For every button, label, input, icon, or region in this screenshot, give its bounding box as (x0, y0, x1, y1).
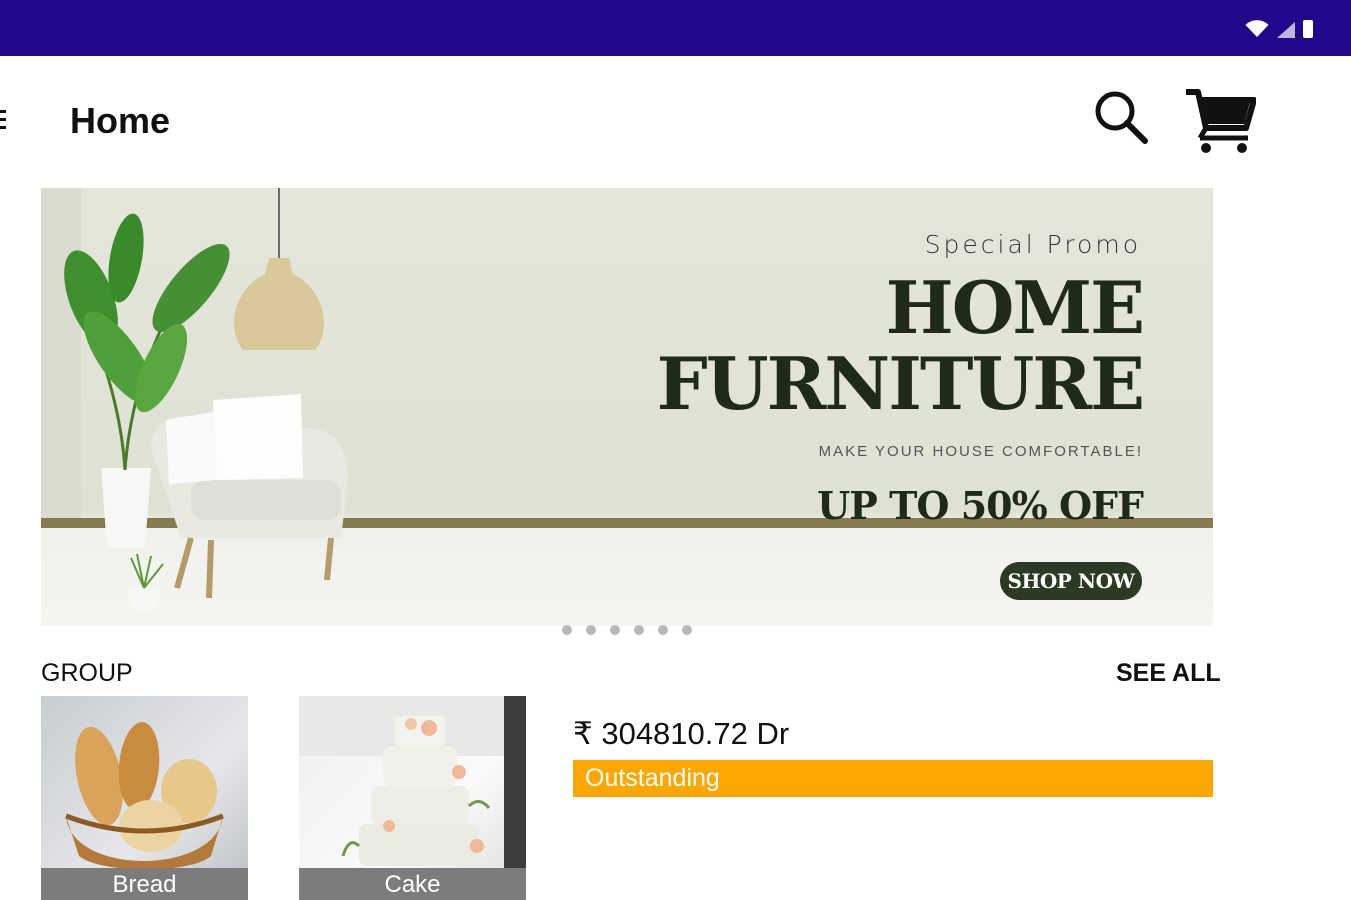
menu-icon[interactable] (0, 108, 6, 132)
carousel-dot[interactable] (658, 625, 668, 635)
group-card-label: Cake (299, 868, 526, 900)
see-all-link[interactable]: SEE ALL (1116, 659, 1221, 688)
carousel-indicator (562, 625, 692, 635)
group-card-bread[interactable]: Bread (41, 696, 248, 900)
group-heading: GROUP (41, 659, 133, 687)
promo-tagline: MAKE YOUR HOUSE COMFORTABLE! (818, 443, 1143, 460)
battery-icon (1303, 20, 1313, 38)
carousel-dot[interactable] (562, 625, 572, 635)
carousel-dot[interactable] (682, 625, 692, 635)
search-icon[interactable] (1092, 88, 1150, 146)
promo-discount: UP TO 50% OFF (817, 483, 1144, 528)
outstanding-badge: Outstanding (573, 760, 1213, 797)
carousel-dot[interactable] (586, 625, 596, 635)
promo-subtitle: Special Promo (924, 230, 1141, 259)
shop-now-button[interactable]: SHOP NOW (1000, 562, 1142, 600)
promo-title: HOME FURNITURE (656, 265, 1145, 426)
carousel-dot[interactable] (610, 625, 620, 635)
page-title: Home (70, 100, 171, 141)
outstanding-amount: ₹ 304810.72 Dr (573, 716, 790, 751)
carousel-dot[interactable] (634, 625, 644, 635)
armchair-plant-illustration (64, 188, 348, 612)
promo-banner[interactable]: Special Promo HOME FURNITURE MAKE YOUR H… (41, 188, 1213, 626)
promo-title-line2: FURNITURE (656, 341, 1145, 426)
status-bar (0, 0, 1351, 56)
group-card-cake[interactable]: Cake (299, 696, 526, 900)
wifi-icon (1245, 20, 1269, 37)
group-card-label: Bread (41, 868, 248, 900)
promo-title-line1: HOME (885, 265, 1145, 350)
bread-basket-image (65, 722, 224, 868)
cake-image (299, 696, 526, 868)
status-icons (1245, 20, 1313, 38)
cart-icon[interactable] (1184, 86, 1256, 154)
signal-icon (1277, 22, 1295, 38)
